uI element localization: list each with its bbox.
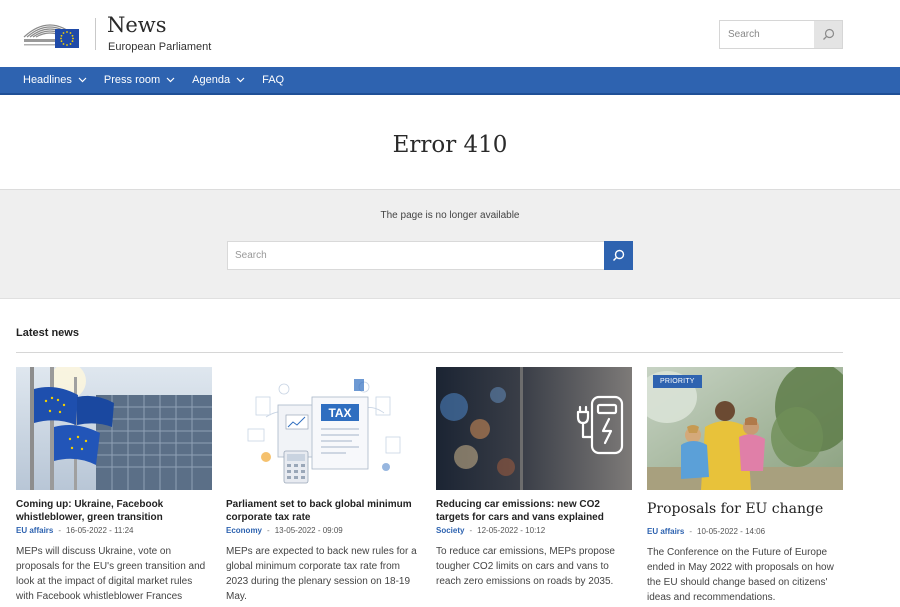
error-search-band: The page is no longer available: [0, 190, 900, 299]
nav-item-agenda[interactable]: Agenda: [192, 74, 245, 86]
site-title[interactable]: News: [107, 13, 167, 37]
chevron-down-icon: [78, 77, 87, 83]
news-card-title[interactable]: Coming up: Ukraine, Facebook whistleblow…: [16, 499, 212, 524]
main-search-box: [227, 241, 633, 270]
nav-item-headlines[interactable]: Headlines: [23, 74, 87, 86]
news-card-category[interactable]: EU affairs: [16, 526, 53, 535]
european-parliament-logo[interactable]: [22, 15, 80, 50]
header-search-input[interactable]: [720, 21, 816, 48]
header-search-button[interactable]: [814, 21, 842, 48]
news-card-title[interactable]: Proposals for EU change: [647, 500, 843, 518]
site-subtitle: European Parliament: [108, 41, 212, 53]
news-card-date: 10-05-2022 - 14:06: [697, 527, 766, 536]
priority-badge: PRIORITY: [653, 375, 702, 388]
news-card-meta: Society -12-05-2022 - 10:12: [436, 526, 546, 535]
news-card-meta: EU affairs -16-05-2022 - 11:24: [16, 526, 134, 535]
news-card[interactable]: Reducing car emissions: new CO2 targets …: [436, 367, 632, 589]
divider: [16, 352, 843, 353]
header-search-box: [719, 20, 843, 49]
news-card-date: 12-05-2022 - 10:12: [477, 526, 546, 535]
news-card-description: MEPs are expected to back new rules for …: [226, 546, 417, 602]
news-card-title[interactable]: Reducing car emissions: new CO2 targets …: [436, 499, 632, 524]
news-card-date: 13-05-2022 - 09:09: [274, 526, 343, 535]
news-card-image[interactable]: PRIORITY: [647, 367, 843, 490]
nav-item-label: Agenda: [192, 74, 231, 86]
error-header: Error 410: [0, 96, 900, 190]
news-card-date: 16-05-2022 - 11:24: [66, 526, 134, 535]
news-card-description: The Conference on the Future of Europe e…: [647, 547, 834, 603]
news-card[interactable]: TAX Parliament set to back global minimu…: [226, 367, 422, 604]
news-card-image[interactable]: [16, 367, 212, 490]
news-card-category[interactable]: Economy: [226, 526, 262, 535]
nav-item-label: Headlines: [23, 74, 72, 86]
news-card[interactable]: PRIORITY Proposals for EU change EU affa…: [647, 367, 843, 605]
news-card-meta: Economy -13-05-2022 - 09:09: [226, 526, 343, 535]
chevron-down-icon: [166, 77, 175, 83]
logo-divider: [95, 18, 96, 50]
news-card-description: To reduce car emissions, MEPs propose to…: [436, 546, 615, 587]
nav-item-press-room[interactable]: Press room: [104, 74, 175, 86]
error-message: The page is no longer available: [380, 210, 520, 221]
nav-item-label: Press room: [103, 74, 161, 86]
latest-news-heading: Latest news: [16, 327, 79, 339]
news-card-image[interactable]: [436, 367, 632, 490]
news-card[interactable]: Coming up: Ukraine, Facebook whistleblow…: [16, 367, 212, 604]
news-card-category[interactable]: EU affairs: [647, 527, 684, 536]
news-card-description: MEPs will discuss Ukraine, vote on propo…: [16, 546, 206, 602]
main-navigation: Headlines Press room Agenda FAQ: [0, 67, 900, 95]
nav-item-label: FAQ: [262, 74, 285, 86]
main-search-input[interactable]: [228, 242, 604, 269]
news-card-meta: EU affairs -10-05-2022 - 14:06: [647, 527, 766, 536]
site-header: News European Parliament: [0, 0, 900, 67]
main-search-button[interactable]: [604, 241, 633, 270]
news-card-title[interactable]: Parliament set to back global minimum co…: [226, 499, 422, 524]
svg-text:TAX: TAX: [328, 406, 351, 420]
chevron-down-icon: [236, 77, 245, 83]
search-icon: [612, 249, 625, 262]
error-title: Error 410: [392, 132, 508, 158]
nav-item-faq[interactable]: FAQ: [262, 74, 284, 86]
search-icon: [822, 28, 834, 40]
news-card-category[interactable]: Society: [436, 526, 464, 535]
news-card-image[interactable]: TAX: [226, 367, 422, 490]
